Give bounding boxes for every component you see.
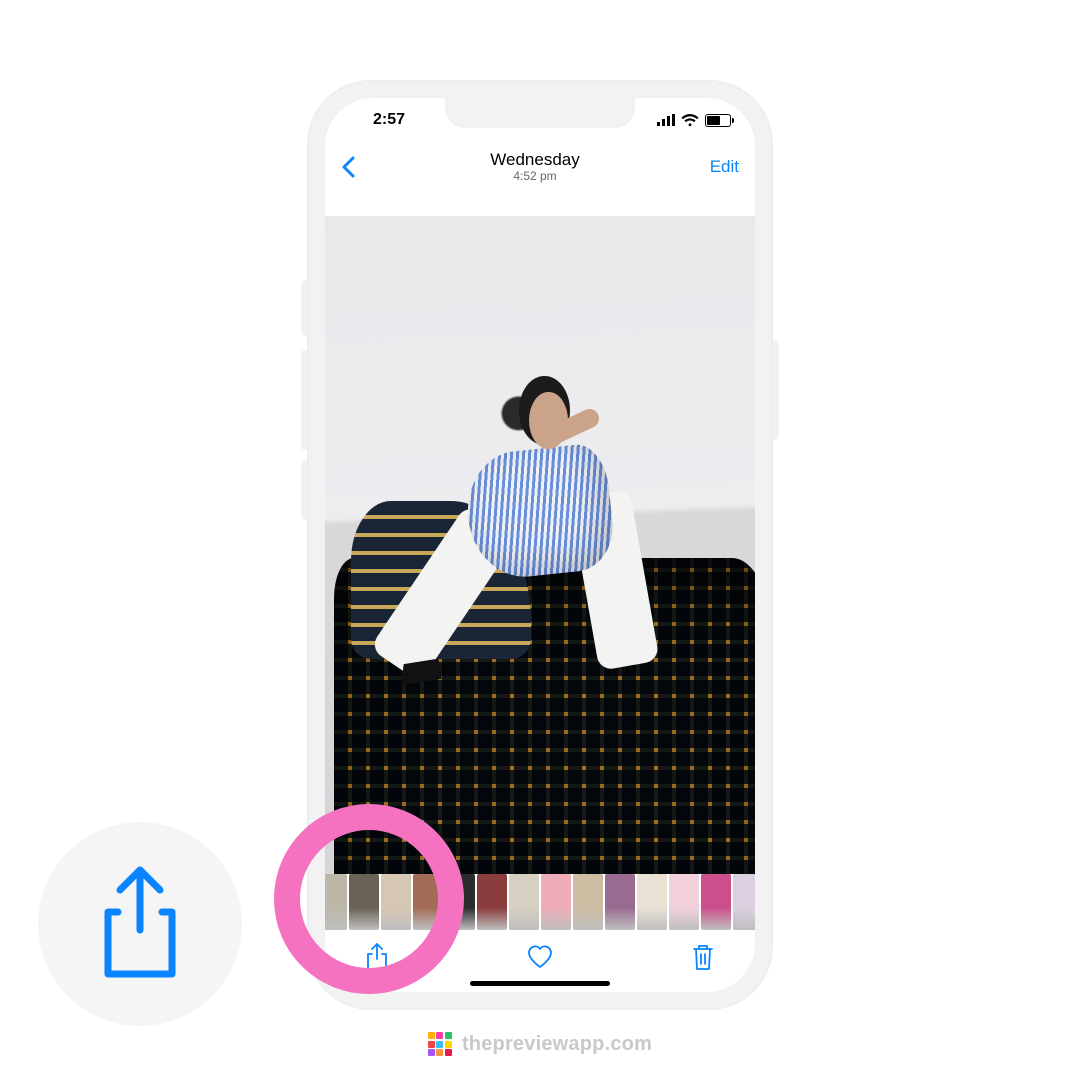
thumbnail[interactable] [413, 874, 443, 930]
main-photo [325, 216, 755, 874]
thumbnail[interactable] [381, 874, 411, 930]
nav-time-label: 4:52 pm [381, 170, 689, 184]
thumbnail-strip[interactable] [325, 874, 755, 932]
delete-button[interactable] [685, 937, 721, 980]
status-time: 2:57 [349, 111, 429, 129]
thumbnail[interactable] [445, 874, 475, 930]
share-callout-bubble [38, 822, 242, 1026]
thumbnail[interactable] [325, 874, 347, 930]
share-button[interactable] [359, 936, 395, 981]
phone-screen: 2:57 Wednesday 4:52 pm Edit [325, 98, 755, 992]
thumbnail[interactable] [509, 874, 539, 930]
nav-title: Wednesday 4:52 pm [381, 150, 689, 183]
thumbnail[interactable] [477, 874, 507, 930]
photo-viewer[interactable] [325, 216, 755, 874]
cellular-icon [657, 114, 675, 126]
thumbnail[interactable] [349, 874, 379, 930]
thumbnail[interactable] [637, 874, 667, 930]
nav-header: Wednesday 4:52 pm Edit [325, 142, 755, 192]
phone-frame: 2:57 Wednesday 4:52 pm Edit [307, 80, 773, 1010]
wifi-icon [681, 114, 699, 127]
home-indicator[interactable] [470, 981, 610, 986]
thumbnail[interactable] [733, 874, 755, 930]
thumbnail[interactable] [669, 874, 699, 930]
heart-icon [526, 958, 554, 973]
battery-icon [705, 114, 731, 127]
share-icon [92, 862, 188, 987]
trash-icon [691, 959, 715, 974]
thumbnail[interactable] [573, 874, 603, 930]
thumbnail[interactable] [605, 874, 635, 930]
back-button[interactable] [341, 156, 381, 178]
watermark-text: thepreviewapp.com [462, 1033, 652, 1056]
share-icon [365, 960, 389, 975]
edit-button[interactable]: Edit [689, 157, 739, 177]
favorite-button[interactable] [520, 938, 560, 979]
phone-notch [445, 98, 635, 128]
thumbnail[interactable] [701, 874, 731, 930]
thumbnail[interactable] [541, 874, 571, 930]
previewapp-logo-icon [428, 1032, 452, 1056]
watermark: thepreviewapp.com [0, 1032, 1080, 1056]
nav-day-label: Wednesday [381, 150, 689, 170]
